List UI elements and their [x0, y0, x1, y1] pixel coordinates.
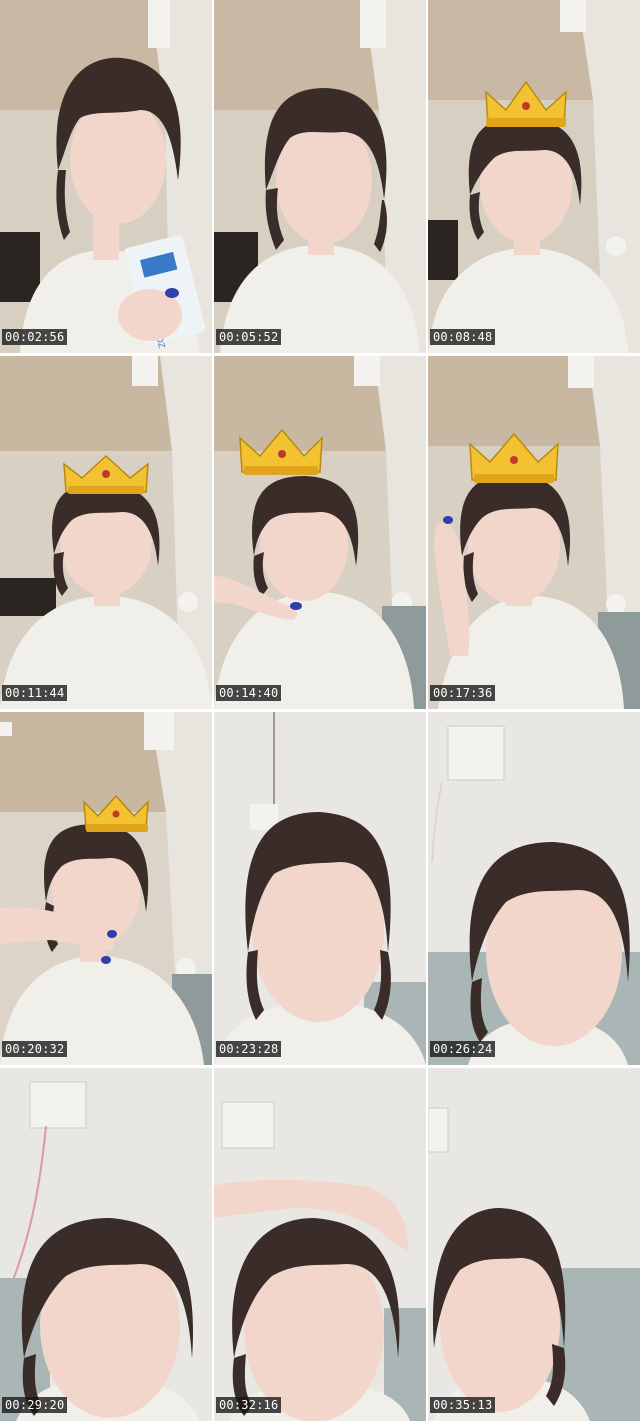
frame-scene-image: [428, 0, 640, 353]
video-frame-thumbnail: 00:29:20: [0, 1068, 212, 1421]
frame-scene-image: [214, 356, 426, 709]
frame-timestamp: 00:35:13: [430, 1397, 496, 1413]
outlet-icon: [447, 725, 505, 781]
frame-timestamp: 00:14:40: [216, 685, 282, 701]
video-frame-thumbnail: 00:32:16: [214, 1068, 426, 1421]
frame-timestamp: 00:29:20: [2, 1397, 68, 1413]
frame-scene-image: [0, 1068, 212, 1421]
frame-scene-image: [214, 1068, 426, 1421]
frame-timestamp: 00:26:24: [430, 1041, 496, 1057]
video-frame-thumbnail: 00:05:52: [214, 0, 426, 353]
frame-scene-image: [214, 0, 426, 353]
frame-timestamp: 00:02:56: [2, 329, 68, 345]
frame-scene-image: [428, 356, 640, 709]
frame-scene-image: [214, 712, 426, 1065]
video-frame-thumbnail: 00:20:32: [0, 712, 212, 1065]
frame-timestamp: 00:20:32: [2, 1041, 68, 1057]
video-frame-thumbnail: 00:35:13: [428, 1068, 640, 1421]
video-contact-sheet: HMOWTOZ 00:02:56 00:05:52: [0, 0, 640, 1422]
video-frame-thumbnail: 00:23:28: [214, 712, 426, 1065]
frame-timestamp: 00:05:52: [216, 329, 282, 345]
frame-timestamp: 00:17:36: [430, 685, 496, 701]
frame-scene-image: HMOWTOZ: [0, 0, 212, 353]
video-frame-thumbnail: 00:26:24: [428, 712, 640, 1065]
frame-scene-image: [428, 1068, 640, 1421]
video-frame-thumbnail: 00:11:44: [0, 356, 212, 709]
video-frame-thumbnail: HMOWTOZ 00:02:56: [0, 0, 212, 353]
video-frame-thumbnail: 00:08:48: [428, 0, 640, 353]
video-frame-thumbnail: 00:17:36: [428, 356, 640, 709]
outlet-icon: [221, 1101, 275, 1149]
frame-timestamp: 00:32:16: [216, 1397, 282, 1413]
frame-scene-image: [428, 712, 640, 1065]
frame-scene-image: [0, 356, 212, 709]
frame-timestamp: 00:11:44: [2, 685, 68, 701]
frame-scene-image: [0, 712, 212, 1065]
frame-timestamp: 00:08:48: [430, 329, 496, 345]
outlet-icon: [29, 1081, 87, 1129]
video-frame-thumbnail: 00:14:40: [214, 356, 426, 709]
frame-timestamp: 00:23:28: [216, 1041, 282, 1057]
